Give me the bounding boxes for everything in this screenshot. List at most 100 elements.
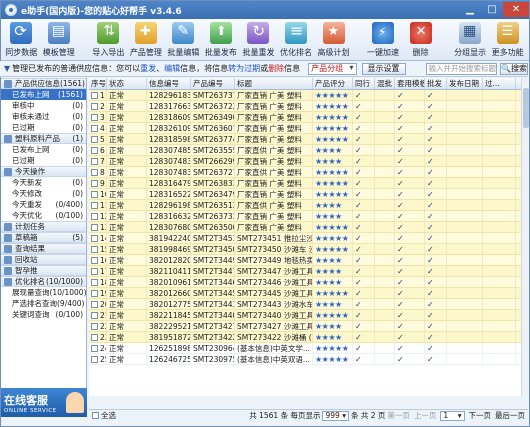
cell-title[interactable]: SMT273443 沙滩水车... [235,299,313,309]
column-header[interactable]: 状态 [107,78,147,89]
sidebar-section[interactable]: 回收站 [1,254,86,265]
column-header[interactable]: 产品评分 [313,78,353,89]
prev-page-button[interactable]: 上一页 [414,410,437,421]
page-select[interactable]: 1 ▾ [440,410,465,421]
toolbar-sync-button[interactable]: 同步数据 [3,20,40,59]
last-page-button[interactable]: 最后一页 [495,410,525,421]
table-row[interactable]: 7正常1283074838SMT266299厂家直销 广美 塑料★★★★ ✓ ✓ ✓ [89,156,528,167]
table-row[interactable]: 5正常1283185984SMT263774厂家直销 广美 塑料★★★★★ ✓ ✓ ✓ [89,134,528,145]
sidebar-section[interactable]: 草稿箱 (5) [1,232,86,243]
table-row[interactable]: 13正常1283076806SMT263500厂家直销 广美 塑料★★★★★ ✓ ✓… [89,222,528,233]
row-checkbox[interactable] [91,135,98,143]
close-icon[interactable]: ✕ [503,2,529,17]
cell-title[interactable]: 厂家直销 广美 塑料 [235,123,313,133]
sidebar-item[interactable]: 今天新发 (0) [1,177,86,188]
cell-title[interactable]: 厂家直销 广美 塑料 [235,211,313,221]
table-row[interactable]: 11正常1282961987SMT263513厂家直供 广美 塑料★★★★ ✓ ✓ ✓ [89,200,528,211]
cell-title[interactable]: 厂家直销 广美 塑料 [235,156,313,166]
sidebar-item[interactable]: 展现量查询 (10/1000) [1,287,86,298]
table-row[interactable]: 4正常1283261094SMT263607厂家直销 广美 塑料★★★★★ ✓ ✓ ✓ [89,123,528,134]
row-checkbox[interactable] [91,322,98,330]
row-checkbox[interactable] [91,91,98,99]
row-checkbox[interactable] [91,344,98,352]
row-checkbox[interactable] [91,267,98,275]
row-checkbox[interactable] [91,300,98,308]
search-button[interactable]: 🔍 搜索 [500,62,528,75]
row-checkbox[interactable] [91,146,98,154]
sidebar-section[interactable]: 智孕推 [1,265,86,276]
row-checkbox[interactable] [91,333,98,341]
toolbar-advanced-button[interactable]: 高级计划 [315,20,352,59]
table-row[interactable]: 14正常38194224000SMT2T3451SMT273451 推拉尘沙..… [89,233,528,244]
toolbar-template-button[interactable]: 模板管理 [41,20,78,59]
display-settings-button[interactable]: 显示设置 [361,62,406,75]
toolbar-delete-button[interactable]: 删除 [402,20,439,59]
table-row[interactable]: 18正常38201096191SMT2T3446SMT273446 沙滩工具..… [89,277,528,288]
table-row[interactable]: 21正常38221184577SMT2T3440SMT273440 沙滩工具..… [89,310,528,321]
cell-title[interactable]: 厂家直供 广美 塑料 [235,167,313,177]
row-checkbox[interactable] [91,278,98,286]
next-page-button[interactable]: 下一页 [469,410,492,421]
toolbar-import-button[interactable]: 导入导出 [90,20,127,59]
table-row[interactable]: 19正常38201266034SMT2T3445SMT273445 沙滩工具..… [89,288,528,299]
column-header[interactable]: 发布日期 [447,78,483,89]
table-row[interactable]: 17正常38211041130SMT2T3447SMT273447 沙滩工具..… [89,266,528,277]
group-select[interactable]: 产品分组 [308,62,357,75]
sidebar-item[interactable]: 已过期 (0) [1,122,86,133]
online-service-banner[interactable]: 在线客服 ONLINE SERVICE [1,388,87,417]
toolbar-publish-button[interactable]: 批量发布 [203,20,240,59]
table-row[interactable]: 12正常1283166324SMT263733厂家直销 广美 塑料★★★★ ✓ ✓ ✓ [89,211,528,222]
toolbar-republish-button[interactable]: 批量重发 [240,20,277,59]
row-checkbox[interactable] [91,201,98,209]
sidebar-item[interactable]: 已发布上网 (0) [1,144,86,155]
table-row[interactable]: 24正常1262518982SMT230964(基本信息)中英文学...★★★★… [89,343,528,354]
toolbar-batch-button[interactable]: 批量编辑 [165,20,202,59]
row-checkbox[interactable] [91,124,98,132]
row-checkbox[interactable] [91,311,98,319]
sidebar-section[interactable]: 产品供应信息 (1561) [1,78,86,89]
maximize-icon[interactable]: □ [481,2,503,17]
toolbar-split-button[interactable]: 分组显示 [452,20,489,59]
cell-title[interactable]: SMT273422 沙滩桶 (8... [235,332,313,342]
row-checkbox[interactable] [91,179,98,187]
row-checkbox[interactable] [91,355,98,363]
column-header[interactable]: 序号 [89,78,107,89]
table-row[interactable]: 22正常38222952102SMT2T3427SMT273427 沙滩工具..… [89,321,528,332]
column-header[interactable]: 产品编号 [191,78,235,89]
cell-title[interactable]: SMT273427 沙滩工具... [235,321,313,331]
sidebar-section[interactable]: 今天操作 [1,166,86,177]
sidebar-section[interactable]: 查询结果 [1,243,86,254]
table-row[interactable]: 8正常1283074834SMT263727厂家直供 广美 塑料★★★★★ ✓ ✓ ✓ [89,167,528,178]
cell-title[interactable]: 厂家直销 广美 塑料 [235,189,313,199]
vertical-scrollbar[interactable] [521,78,529,396]
cell-title[interactable]: 厂家直销 广美 塑料 [235,101,313,111]
table-row[interactable]: 25正常1262467259SMT230975(基本信息)中英双语...★★★★… [89,354,528,365]
cell-title[interactable]: 厂家直销 广美 塑料 [235,222,313,232]
column-header[interactable]: 信息编号 [147,78,191,89]
sidebar-item[interactable]: 今天重发 (0/400) [1,199,86,210]
row-checkbox[interactable] [91,245,98,253]
sidebar-item[interactable]: 已发布上网 (1561) [1,89,86,100]
sidebar-item[interactable]: 今天修改 (0) [1,188,86,199]
table-row[interactable]: 16正常38201282021SMT2T3449SMT273449 地毯热卖..… [89,255,528,266]
sidebar-section[interactable]: 优化排名 (10/1000) [1,276,86,287]
table-row[interactable]: 23正常38195187279SMT2T3422SMT273422 沙滩桶 (8… [89,332,528,343]
minimize-icon[interactable]: ▁ [459,2,481,17]
sidebar-item[interactable]: 审核中 (0) [1,100,86,111]
cell-title[interactable]: SMT273445 沙滩工具... [235,288,313,298]
select-all-checkbox[interactable] [92,412,99,419]
republish-link[interactable]: 重发 [140,63,156,74]
scrollbar-thumb[interactable] [523,88,529,128]
row-checkbox[interactable] [91,256,98,264]
column-header[interactable]: 批发 [425,78,447,89]
row-checkbox[interactable] [91,113,98,121]
cell-title[interactable]: 厂家直销 广美 塑料 [235,112,313,122]
collapse-arrow-icon[interactable]: ▼ [4,64,10,73]
table-row[interactable]: 9正常1283164798SMT263833厂家直销 广美 塑料★★★★★ ✓ ✓ ✓ [89,178,528,189]
cell-title[interactable]: SMT273449 地毯热卖... [235,255,313,265]
cell-title[interactable]: SMT273451 推拉尘沙... [235,233,313,243]
edit-link[interactable]: 编辑 [164,63,180,74]
cell-title[interactable]: 厂家直供 广美 塑料 [235,200,313,210]
search-input[interactable]: 输入并开始搜索标题 [425,62,498,75]
table-row[interactable]: 20正常38201277593SMT2T3443SMT273443 沙滩水车..… [89,299,528,310]
